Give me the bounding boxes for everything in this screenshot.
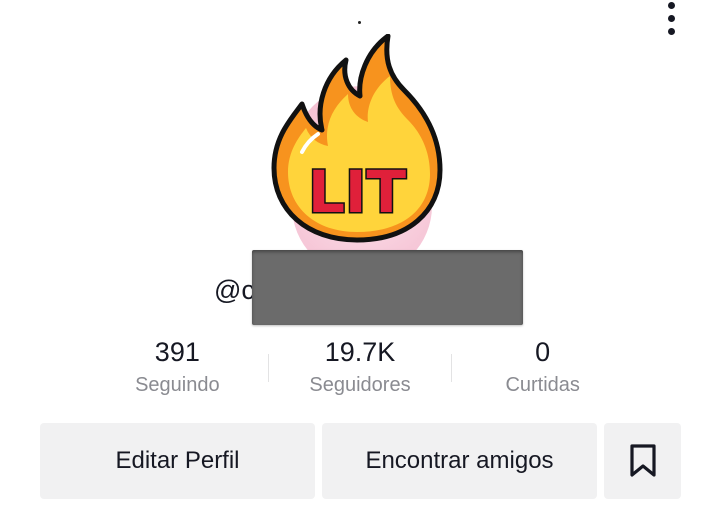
following-count: 391: [154, 337, 200, 367]
edit-profile-button[interactable]: Editar Perfil: [40, 423, 315, 499]
stat-divider: [451, 354, 452, 382]
more-options-icon[interactable]: [656, 0, 686, 36]
lit-flame-sticker: LIT: [271, 34, 443, 243]
bookmark-button[interactable]: [604, 423, 681, 499]
likes-count: 0: [535, 337, 551, 367]
stat-likes[interactable]: 0 Curtidas: [451, 334, 634, 404]
avatar[interactable]: LIT: [262, 34, 452, 276]
lit-text: LIT: [308, 158, 407, 226]
handle-text: @c: [214, 275, 255, 305]
stat-divider: [268, 354, 269, 382]
stat-followers[interactable]: 19.7K Seguidores: [269, 334, 452, 404]
status-dot: [358, 21, 361, 24]
find-friends-label: Encontrar amigos: [365, 447, 554, 474]
edit-profile-label: Editar Perfil: [115, 447, 240, 474]
following-label: Seguindo: [135, 374, 220, 396]
bookmark-icon: [629, 444, 656, 477]
followers-label: Seguidores: [309, 374, 411, 396]
stat-following[interactable]: 391 Seguindo: [86, 334, 269, 404]
username-handle: @c: [214, 270, 255, 310]
profile-stats: 391 Seguindo 19.7K Seguidores 0 Curtidas: [86, 334, 634, 404]
followers-count: 19.7K: [324, 337, 396, 367]
likes-label: Curtidas: [505, 374, 580, 396]
find-friends-button[interactable]: Encontrar amigos: [322, 423, 597, 499]
redaction-block: [252, 250, 523, 325]
